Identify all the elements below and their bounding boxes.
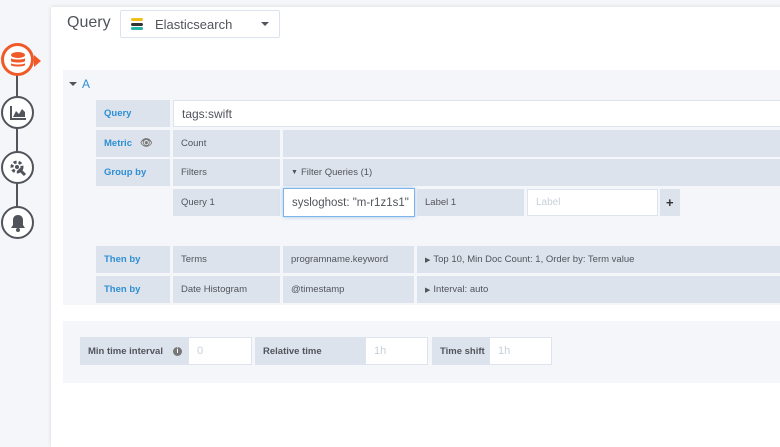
then-by-label: Then by: [96, 276, 170, 303]
filter-query-value: sysloghost: "m-r1z1s1": [292, 196, 409, 209]
min-interval-label: Min time interval i: [80, 337, 189, 365]
metric-label-text: Metric: [104, 138, 132, 149]
collapse-icon: [69, 82, 77, 86]
metric-filler: [283, 130, 780, 157]
settings-icon: [10, 160, 26, 176]
caret-right-icon: ▶: [425, 286, 431, 294]
sidebar-step-general[interactable]: [1, 151, 34, 184]
caret-right-icon: ▶: [425, 256, 431, 264]
then-by-options[interactable]: ▶ Top 10, Min Doc Count: 1, Order by: Ter…: [417, 246, 780, 273]
then-by-field[interactable]: programname.keyword: [283, 246, 414, 273]
eye-icon[interactable]: 👁: [140, 138, 153, 149]
min-interval-text: Min time interval: [88, 345, 163, 357]
then-by-field[interactable]: @timestamp: [283, 276, 414, 303]
elasticsearch-icon: [131, 18, 143, 30]
filter-query-label: Query 1: [173, 189, 280, 216]
time-shift-label: Time shift: [432, 337, 490, 365]
sidebar-step-query[interactable]: [1, 43, 34, 76]
sidebar-step-alert[interactable]: [1, 206, 34, 239]
relative-time-label: Relative time: [255, 337, 366, 365]
active-step-pointer: [34, 55, 47, 67]
datasource-select[interactable]: Elasticsearch: [120, 10, 280, 38]
sidebar-step-visualization[interactable]: [1, 96, 34, 129]
metric-type[interactable]: Count: [173, 130, 280, 157]
filter-label-input[interactable]: Label: [527, 189, 658, 216]
relative-time-input[interactable]: 1h: [365, 337, 428, 365]
filter-queries-toggle[interactable]: ▼ Filter Queries (1): [283, 159, 780, 186]
filter-queries-label: Filter Queries (1): [300, 167, 373, 178]
caret-down-icon: ▼: [291, 169, 298, 176]
datasource-name: Elasticsearch: [155, 16, 233, 32]
then-by-options-text: Top 10, Min Doc Count: 1, Order by: Term…: [433, 254, 635, 265]
filter-label-label: Label 1: [417, 189, 524, 216]
query-label: Query: [96, 100, 170, 127]
time-shift-input[interactable]: 1h: [489, 337, 552, 365]
add-filter-button[interactable]: +: [660, 189, 680, 216]
chevron-down-icon: [261, 22, 269, 26]
query-ref: A: [82, 77, 91, 91]
then-by-type[interactable]: Date Histogram: [173, 276, 280, 303]
min-interval-input[interactable]: 0: [188, 337, 252, 365]
bell-icon: [10, 214, 25, 232]
query-row-header[interactable]: A: [63, 70, 780, 98]
groupby-label: Group by: [96, 159, 170, 186]
page-title: Query: [67, 14, 111, 31]
then-by-options[interactable]: ▶ Interval: auto: [417, 276, 780, 303]
then-by-options-text: Interval: auto: [433, 284, 489, 295]
database-icon: [10, 51, 25, 66]
query-input[interactable]: tags:swift: [173, 100, 780, 127]
then-by-type[interactable]: Terms: [173, 246, 280, 273]
metric-label: Metric 👁: [96, 130, 170, 157]
filter-query-input[interactable]: sysloghost: "m-r1z1s1": [283, 188, 415, 217]
chart-area-icon: [9, 105, 26, 120]
info-icon[interactable]: i: [172, 346, 182, 356]
groupby-type[interactable]: Filters: [173, 159, 280, 186]
then-by-label: Then by: [96, 246, 170, 273]
